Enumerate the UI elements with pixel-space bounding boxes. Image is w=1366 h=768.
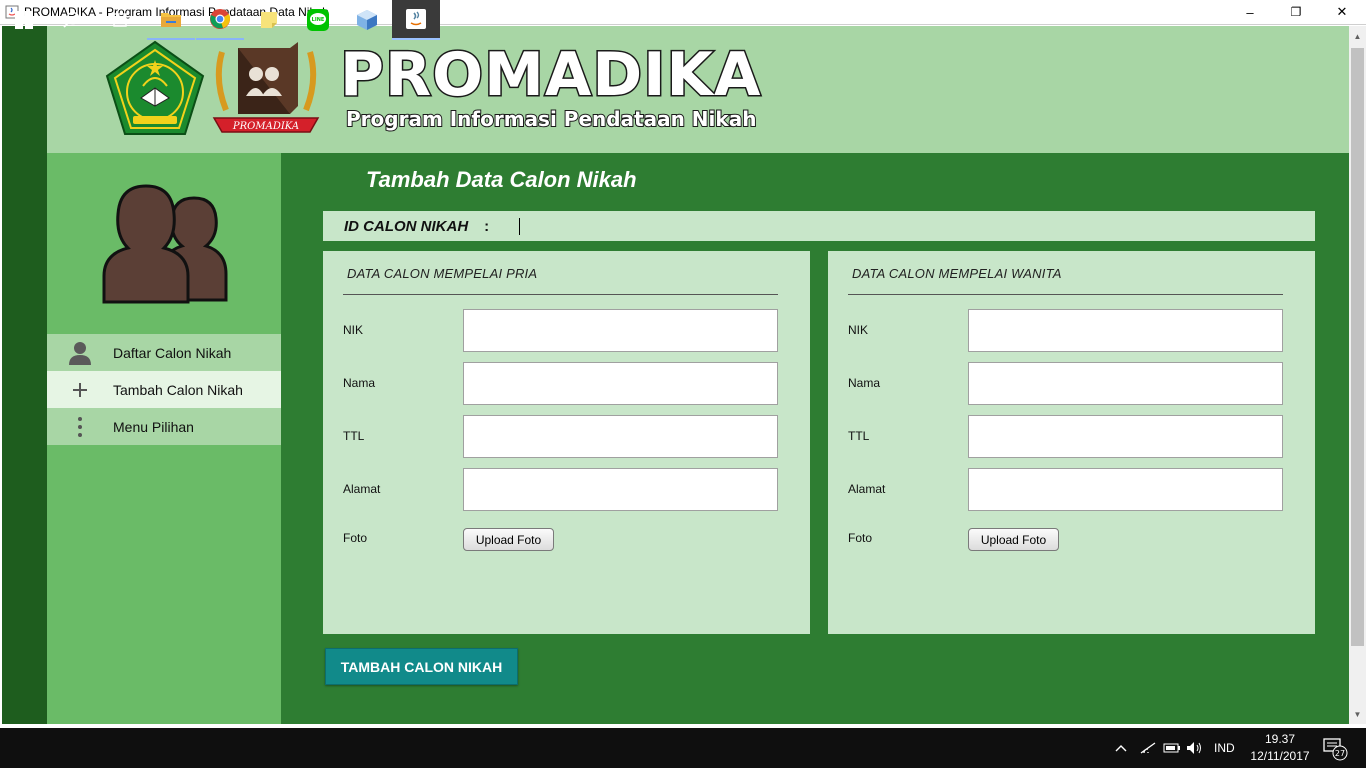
virtualbox-icon[interactable] <box>343 0 391 40</box>
id-colon: : <box>484 217 490 235</box>
pria-alamat-input[interactable] <box>463 468 778 511</box>
maximize-button[interactable]: ❐ <box>1273 0 1319 24</box>
promadika-ribbon-text: PROMADIKA <box>232 121 299 132</box>
sticky-notes-icon[interactable] <box>245 0 293 40</box>
windows-taskbar <box>0 728 1366 768</box>
file-explorer-icon[interactable] <box>147 0 195 40</box>
scroll-down-icon[interactable]: ▼ <box>1349 706 1366 723</box>
volume-icon[interactable] <box>1186 728 1204 768</box>
clock-time: 19.37 <box>1264 732 1296 746</box>
nik-label: NIK <box>848 323 869 337</box>
id-calon-nikah-bar: ID CALON NIKAH : <box>323 211 1315 241</box>
panel-mempelai-wanita: DATA CALON MEMPELAI WANITA NIK Nama TTL … <box>828 251 1315 634</box>
pria-ttl-input[interactable] <box>463 415 778 458</box>
java-app-taskbar-icon[interactable] <box>392 0 440 40</box>
foto-label: Foto <box>848 531 873 545</box>
svg-text:LINE: LINE <box>312 17 325 23</box>
sidebar-item-tambah-calon-nikah[interactable]: Tambah Calon Nikah <box>47 371 281 408</box>
foto-label: Foto <box>343 531 368 545</box>
promadika-logo: PROMADIKA <box>212 40 320 145</box>
language-indicator[interactable]: IND <box>1214 728 1235 768</box>
tray-chevron-up-icon[interactable] <box>1114 728 1128 768</box>
pria-nama-input[interactable] <box>463 362 778 405</box>
scroll-thumb[interactable] <box>1351 48 1364 646</box>
wifi-icon[interactable] <box>1139 728 1157 768</box>
close-button[interactable]: ✕ <box>1319 0 1365 24</box>
brand-subtitle: Program Informasi Pendataan Nikah <box>345 106 757 132</box>
person-icon <box>47 340 113 366</box>
panel-mempelai-pria: DATA CALON MEMPELAI PRIA NIK Nama TTL Al… <box>323 251 810 634</box>
panel-divider <box>343 294 778 295</box>
clock-date: 12/11/2017 <box>1250 749 1310 763</box>
alamat-label: Alamat <box>343 482 381 496</box>
plus-icon <box>47 381 113 399</box>
notification-center-icon[interactable]: 27 <box>1322 728 1348 768</box>
pria-upload-foto-button[interactable]: Upload Foto <box>463 528 554 551</box>
taskbar-clock[interactable]: 19.37 12/11/2017 <box>1250 731 1310 765</box>
panel-heading: DATA CALON MEMPELAI PRIA <box>347 266 538 281</box>
task-view-icon[interactable] <box>96 0 144 40</box>
more-vertical-icon <box>47 416 113 438</box>
id-label: ID CALON NIKAH <box>344 217 469 235</box>
search-icon[interactable] <box>48 0 96 40</box>
sidebar-item-daftar-calon-nikah[interactable]: Daftar Calon Nikah <box>47 334 281 371</box>
sidebar-item-label: Daftar Calon Nikah <box>113 344 232 361</box>
wanita-alamat-input[interactable] <box>968 468 1283 511</box>
wanita-upload-foto-button[interactable]: Upload Foto <box>968 528 1059 551</box>
tambah-calon-nikah-button[interactable]: TAMBAH CALON NIKAH <box>325 648 518 685</box>
nik-label: NIK <box>343 323 364 337</box>
page-title: Tambah Data Calon Nikah <box>366 167 637 192</box>
pria-nik-input[interactable] <box>463 309 778 352</box>
notification-count: 27 <box>1335 749 1345 758</box>
minimize-button[interactable]: – <box>1227 0 1273 24</box>
sidebar-item-label: Menu Pilihan <box>113 418 194 435</box>
panel-divider <box>848 294 1283 295</box>
chrome-icon[interactable] <box>196 0 244 40</box>
windows-start-icon[interactable] <box>0 0 48 40</box>
brand-title: PROMADIKA <box>338 39 762 112</box>
scroll-up-icon[interactable]: ▲ <box>1349 28 1366 45</box>
id-value-cursor[interactable] <box>519 217 521 235</box>
wanita-ttl-input[interactable] <box>968 415 1283 458</box>
alamat-label: Alamat <box>848 482 886 496</box>
users-avatar-icon <box>100 180 232 311</box>
sidebar-item-menu-pilihan[interactable]: Menu Pilihan <box>47 408 281 445</box>
line-app-icon[interactable]: LINE <box>294 0 342 40</box>
battery-icon[interactable] <box>1163 728 1181 768</box>
wanita-nik-input[interactable] <box>968 309 1283 352</box>
ttl-label: TTL <box>848 429 870 443</box>
sidebar-item-label: Tambah Calon Nikah <box>113 381 243 398</box>
wanita-nama-input[interactable] <box>968 362 1283 405</box>
nama-label: Nama <box>343 376 376 390</box>
left-accent-strip <box>2 26 47 724</box>
ttl-label: TTL <box>343 429 365 443</box>
panel-heading: DATA CALON MEMPELAI WANITA <box>852 266 1062 281</box>
nama-label: Nama <box>848 376 881 390</box>
kemenag-logo <box>103 40 207 143</box>
